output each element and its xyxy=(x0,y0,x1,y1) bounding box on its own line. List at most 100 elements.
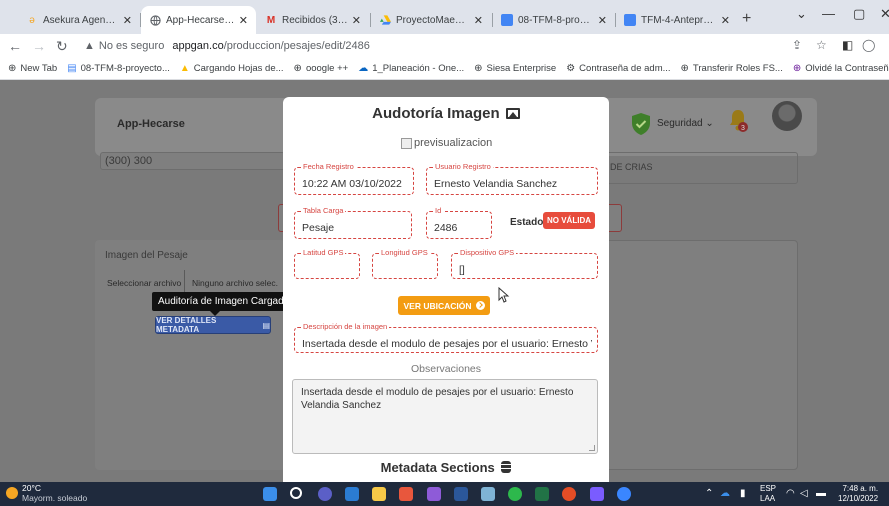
bookmark-contrasena-adm[interactable]: ⚙ Contraseña de adm... xyxy=(566,63,670,74)
chevron-up-icon[interactable]: ⌃ xyxy=(705,488,713,499)
tab-label: ProyectoMaestria - Go xyxy=(396,14,470,26)
view-location-label: VER UBICACIÓN xyxy=(403,300,472,311)
fecha-registro-value: 10:22 AM 03/10/2022 xyxy=(302,178,402,190)
latitud-gps-field[interactable]: Latitud GPS xyxy=(294,248,360,279)
close-icon[interactable]: ✕ xyxy=(239,14,248,27)
view-metadata-button[interactable]: VER DETALLES METADATA ▤ xyxy=(155,316,271,334)
avatar[interactable] xyxy=(772,101,802,131)
longitud-gps-label: Longitud GPS xyxy=(379,248,430,257)
excel-icon[interactable] xyxy=(535,487,549,501)
bookmark-transferir-roles[interactable]: ⊕ Transferir Roles FS... xyxy=(681,63,783,74)
security-menu[interactable]: Seguridad ⌄ xyxy=(657,118,714,129)
word-icon[interactable] xyxy=(454,487,468,501)
browser-tab-docs-1[interactable]: 08-TFM-8-proyecto.do ✕ xyxy=(493,6,615,34)
bookmarks-bar: ⊕ New Tab ▤ 08-TFM-8-proyecto... ▲ Cargando… xyxy=(0,58,889,80)
power-icon[interactable]: ▬ xyxy=(816,488,826,499)
dispositivo-gps-field[interactable]: Dispositivo GPS [] xyxy=(451,248,598,279)
battery-icon[interactable]: ▮ xyxy=(740,488,746,499)
browser-icon[interactable] xyxy=(562,487,576,501)
modal-title: Audotoría Imagen xyxy=(283,105,609,122)
no-file-label: Ninguno archivo selec. xyxy=(192,278,278,288)
observaciones-label: Observaciones xyxy=(410,363,482,375)
share-icon[interactable]: ⇪ xyxy=(792,38,802,52)
select-file-button[interactable]: Seleccionar archivo xyxy=(107,278,181,288)
bookmark-ooogle[interactable]: ⊕ ooogle ++ xyxy=(294,63,349,74)
store-icon[interactable] xyxy=(399,487,413,501)
search-icon[interactable] xyxy=(290,487,302,499)
weather-description: Mayorm. soleado xyxy=(22,493,88,503)
observaciones-textarea[interactable]: Insertada desde el modulo de pesajes por… xyxy=(292,379,598,454)
tooltip: Auditoría de Imagen Cargada xyxy=(152,292,296,316)
app-icon[interactable] xyxy=(590,487,604,501)
minimize-button[interactable]: — xyxy=(822,6,835,21)
profile-avatar-icon[interactable]: ◯ xyxy=(862,38,875,52)
browser-tab-drive[interactable]: ProyectoMaestria - Go ✕ xyxy=(371,6,491,34)
weather-widget[interactable]: 20°C Mayorm. soleado xyxy=(22,483,87,503)
image-icon xyxy=(505,108,520,119)
browser-tab-app-hecarse[interactable]: App-Hecarse | Editar P ✕ xyxy=(141,6,256,34)
not-secure-label: No es seguro xyxy=(98,40,165,52)
sun-icon xyxy=(6,487,18,499)
bell-icon[interactable]: 3 xyxy=(727,108,749,134)
imagen-pesaje-label: Imagen del Pesaje xyxy=(105,250,188,261)
close-icon[interactable]: ✕ xyxy=(352,14,361,27)
crias-section: DE CRIAS xyxy=(605,152,798,184)
id-field[interactable]: Id 2486 xyxy=(426,206,492,239)
reload-icon[interactable]: ↻ xyxy=(56,38,68,55)
forward-arrow-icon[interactable]: → xyxy=(32,38,46,54)
resize-handle[interactable] xyxy=(589,445,595,451)
notification-count: 3 xyxy=(741,125,745,132)
fecha-registro-field[interactable]: Fecha Registro 10:22 AM 03/10/2022 xyxy=(294,162,414,195)
tab-label: App-Hecarse | Editar P xyxy=(166,14,235,26)
close-icon[interactable]: ✕ xyxy=(474,14,483,27)
teams-icon[interactable] xyxy=(318,487,332,501)
right-panel xyxy=(605,240,798,470)
side-panel-icon[interactable]: ◧ xyxy=(842,38,853,52)
cloud-icon[interactable]: ☁ xyxy=(720,488,730,499)
app-icon[interactable] xyxy=(617,487,631,501)
longitud-gps-field[interactable]: Longitud GPS xyxy=(372,248,438,279)
bookmark-tfm-proyecto[interactable]: ▤ 08-TFM-8-proyecto... xyxy=(67,63,170,74)
document-icon: ▤ xyxy=(262,320,270,330)
close-icon[interactable]: ✕ xyxy=(721,14,730,27)
close-icon[interactable]: ✕ xyxy=(123,14,132,27)
view-location-button[interactable]: VER UBICACIÓN xyxy=(398,296,490,315)
chrome-icon[interactable] xyxy=(508,487,522,501)
bookmark-olvide-contrasena[interactable]: ⊕ Olvidé la Contraseñ... xyxy=(793,63,889,74)
browser-tab-docs-2[interactable]: TFM-4-Anteproyecto. ✕ xyxy=(616,6,738,34)
zoom-icon[interactable] xyxy=(345,487,359,501)
close-icon[interactable]: ✕ xyxy=(598,14,607,27)
browser-tab-gmail[interactable]: M Recibidos (312) - vela ✕ xyxy=(257,6,369,34)
url-omnibox[interactable]: ▲ No es seguro appgan.co /produccion/pes… xyxy=(84,37,370,55)
bookmark-new-tab[interactable]: ⊕ New Tab xyxy=(8,63,57,74)
bookmark-cargando-hojas[interactable]: ▲ Cargando Hojas de... xyxy=(180,63,284,74)
windows-start-icon[interactable] xyxy=(263,487,277,501)
bookmark-planeacion[interactable]: ☁ 1_Planeación - One... xyxy=(358,63,464,74)
file-explorer-icon[interactable] xyxy=(372,487,386,501)
estado-label: Estado xyxy=(510,217,544,228)
bookmark-star-icon[interactable]: ☆ xyxy=(816,38,827,52)
language-indicator[interactable]: ESP LAA xyxy=(760,484,776,504)
app-icon[interactable] xyxy=(481,487,495,501)
tabla-carga-label: Tabla Carga xyxy=(301,206,346,215)
usuario-registro-field[interactable]: Usuario Registro Ernesto Velandia Sanche… xyxy=(426,162,598,195)
back-arrow-icon[interactable]: ← xyxy=(8,38,22,54)
tabla-carga-field[interactable]: Tabla Carga Pesaje xyxy=(294,206,412,239)
maximize-button[interactable]: ▢ xyxy=(853,6,865,22)
phone-field[interactable]: (300) 300 xyxy=(100,152,285,170)
url-host: appgan.co xyxy=(172,40,224,52)
volume-icon[interactable]: ◁ xyxy=(800,488,808,499)
url-path: /produccion/pesajes/edit/2486 xyxy=(223,40,370,52)
bookmark-siesa[interactable]: ⊕ Siesa Enterprise xyxy=(474,63,556,74)
new-tab-button[interactable]: + xyxy=(742,10,751,28)
bookmark-label: New Tab xyxy=(20,63,58,74)
wifi-icon[interactable]: ◠ xyxy=(786,488,795,499)
clock[interactable]: 7:48 a. m. 12/10/2022 xyxy=(838,484,878,504)
tab-search-dropdown-icon[interactable]: ⌄ xyxy=(796,6,807,22)
descripcion-imagen-field[interactable]: Descripción de la imagen Insertada desde… xyxy=(294,322,598,353)
mouse-cursor-icon xyxy=(498,287,510,303)
app-icon[interactable] xyxy=(427,487,441,501)
language-code: ESP xyxy=(760,484,777,493)
browser-tab-asekura[interactable]: ə Asekura Agencia de Se ✕ xyxy=(18,6,140,34)
window-close-button[interactable]: ✕ xyxy=(880,6,889,22)
